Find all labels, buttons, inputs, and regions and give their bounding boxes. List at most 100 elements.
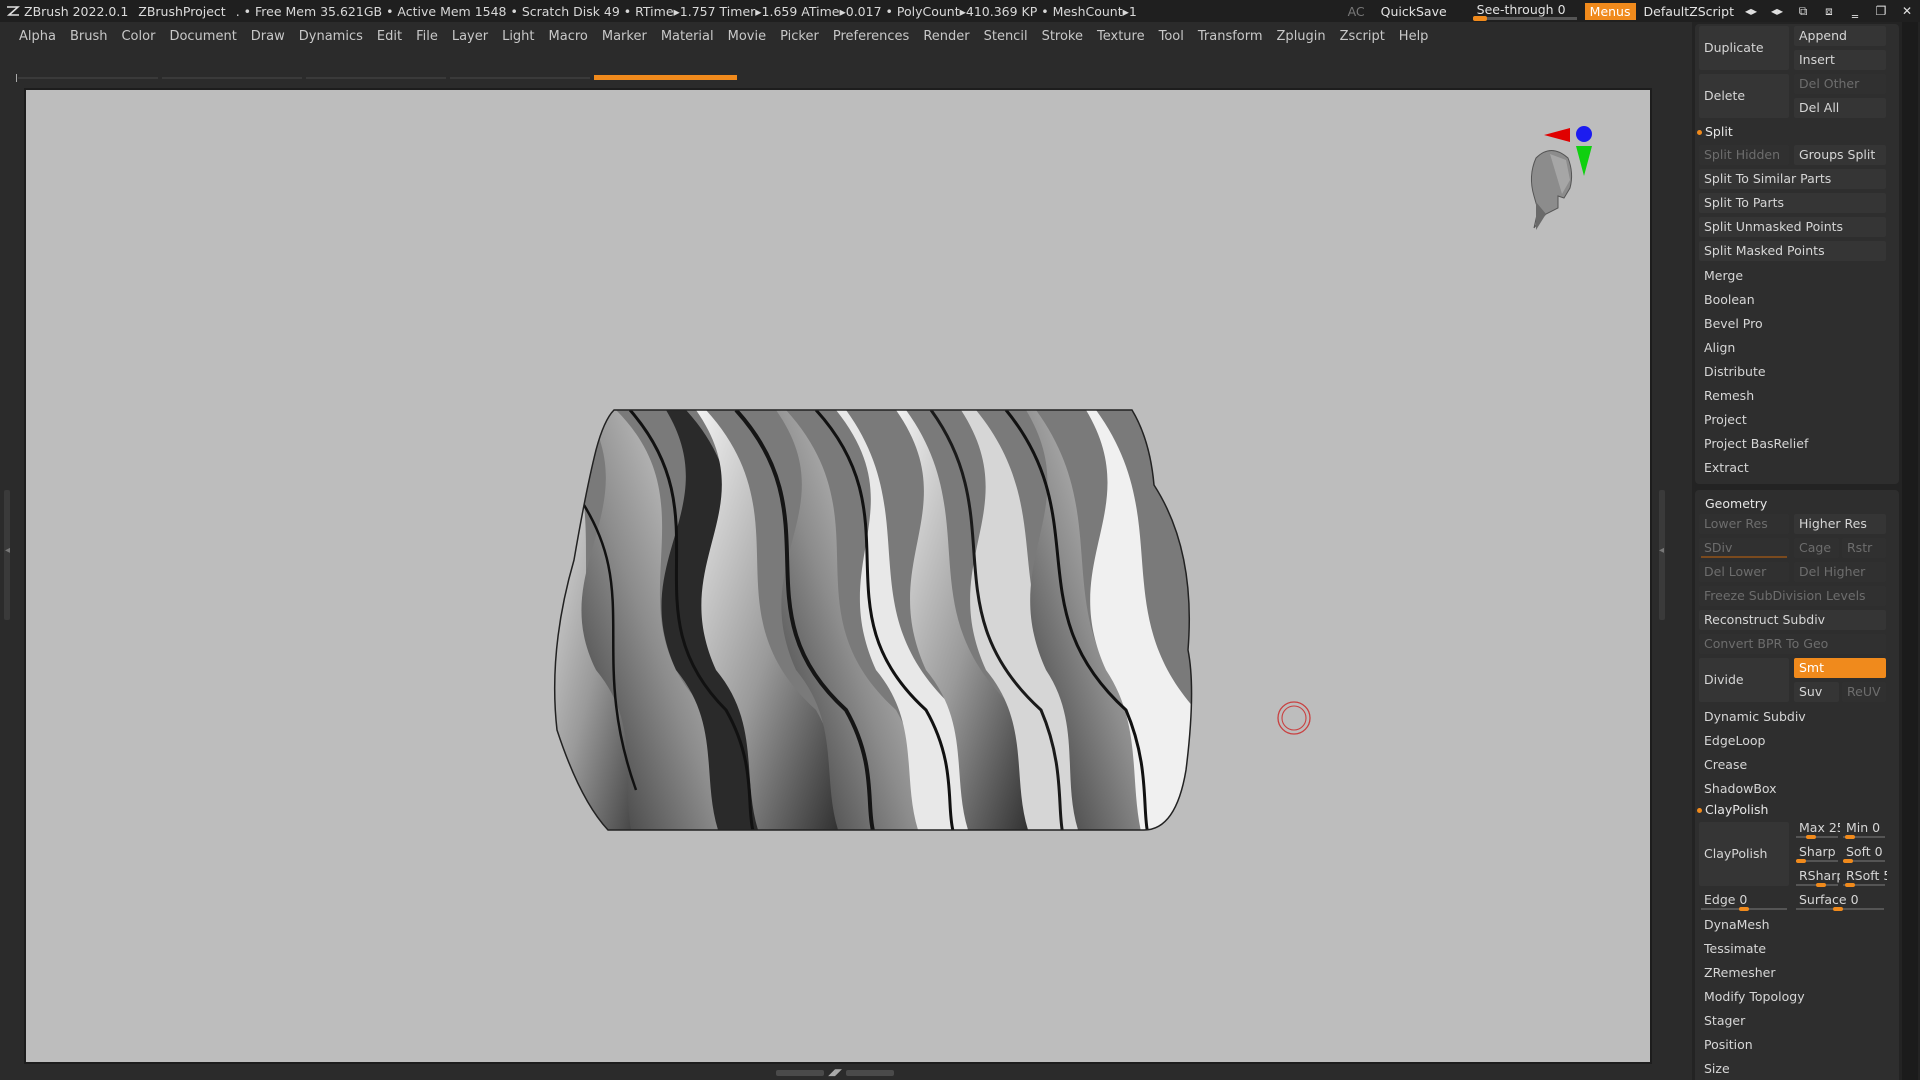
tray-toggle-arrow-icon[interactable]: ◢◤ xyxy=(828,1068,842,1078)
tessimate-subpalette[interactable]: Tessimate xyxy=(1699,938,1886,960)
max-slider[interactable]: Max 25 xyxy=(1794,818,1840,838)
edgeloop-subpalette[interactable]: EdgeLoop xyxy=(1699,730,1886,752)
doc-tab-active[interactable] xyxy=(594,75,737,80)
position-subpalette[interactable]: Position xyxy=(1699,1034,1886,1056)
menu-zplugin[interactable]: Zplugin xyxy=(1270,29,1333,44)
viewport-canvas[interactable] xyxy=(26,90,1650,1062)
rstr-button[interactable]: Rstr xyxy=(1842,538,1886,558)
x-axis-arrow-icon[interactable] xyxy=(1544,128,1570,142)
menu-help[interactable]: Help xyxy=(1392,29,1436,44)
split-unmasked-button[interactable]: Split Unmasked Points xyxy=(1699,217,1886,237)
menu-brush[interactable]: Brush xyxy=(63,29,115,44)
layout-switch-icon[interactable]: ⧈ xyxy=(1816,0,1842,22)
claypolish-button[interactable]: ClayPolish xyxy=(1699,822,1789,886)
menu-alpha[interactable]: Alpha xyxy=(12,29,63,44)
del-higher-button[interactable]: Del Higher xyxy=(1794,562,1886,582)
navigation-head-icon[interactable] xyxy=(1506,118,1596,248)
freeze-subdivision-button[interactable]: Freeze SubDivision Levels xyxy=(1699,586,1886,606)
z-axis-circle-icon[interactable] xyxy=(1576,126,1592,142)
align-subpalette[interactable]: Align xyxy=(1699,337,1886,359)
groups-split-button[interactable]: Groups Split xyxy=(1794,145,1886,165)
doc-tab-1[interactable] xyxy=(18,77,158,79)
lower-res-button[interactable]: Lower Res xyxy=(1699,514,1789,534)
distribute-subpalette[interactable]: Distribute xyxy=(1699,361,1886,383)
split-header[interactable]: Split xyxy=(1705,124,1733,139)
claypolish-header[interactable]: ClayPolish xyxy=(1705,802,1768,817)
menu-tool[interactable]: Tool xyxy=(1152,29,1191,44)
doc-tab-4[interactable] xyxy=(450,77,590,79)
modify-topology-subpalette[interactable]: Modify Topology xyxy=(1699,986,1886,1008)
see-through-knob[interactable] xyxy=(1472,16,1487,21)
menu-macro[interactable]: Macro xyxy=(542,29,595,44)
menu-dynamics[interactable]: Dynamics xyxy=(292,29,370,44)
see-through-slider[interactable]: See-through 0 xyxy=(1469,0,1581,22)
convert-bpr-button[interactable]: Convert BPR To Geo xyxy=(1699,634,1886,654)
menu-material[interactable]: Material xyxy=(654,29,721,44)
stager-subpalette[interactable]: Stager xyxy=(1699,1010,1886,1032)
menu-zscript[interactable]: Zscript xyxy=(1333,29,1392,44)
menus-toggle[interactable]: Menus xyxy=(1584,2,1636,20)
left-tray-arrow-icon[interactable]: ◂ xyxy=(5,545,10,556)
menu-file[interactable]: File xyxy=(409,29,445,44)
soft-knob[interactable] xyxy=(1843,859,1853,863)
doc-tab-2[interactable] xyxy=(162,77,302,79)
suv-toggle[interactable]: Suv xyxy=(1794,682,1839,702)
restore-icon[interactable]: ❐ xyxy=(1868,0,1894,22)
delete-button[interactable]: Delete xyxy=(1699,74,1789,118)
dynamic-subdiv-subpalette[interactable]: Dynamic Subdiv xyxy=(1699,706,1886,728)
del-all-button[interactable]: Del All xyxy=(1794,98,1886,118)
menu-marker[interactable]: Marker xyxy=(595,29,654,44)
surface-knob[interactable] xyxy=(1833,907,1843,911)
menu-layer[interactable]: Layer xyxy=(445,29,495,44)
del-lower-button[interactable]: Del Lower xyxy=(1699,562,1789,582)
menu-transform[interactable]: Transform xyxy=(1191,29,1270,44)
split-hidden-button[interactable]: Split Hidden xyxy=(1699,145,1789,165)
rsharp-knob[interactable] xyxy=(1816,883,1826,887)
quicksave-button[interactable]: QuickSave xyxy=(1373,4,1455,19)
menu-edit[interactable]: Edit xyxy=(370,29,409,44)
project-subpalette[interactable]: Project xyxy=(1699,409,1886,431)
sharp-knob[interactable] xyxy=(1796,859,1806,863)
split-to-parts-button[interactable]: Split To Parts xyxy=(1699,193,1886,213)
menu-color[interactable]: Color xyxy=(114,29,162,44)
menu-document[interactable]: Document xyxy=(162,29,243,44)
layout-swap-icon[interactable]: ⧉ xyxy=(1790,0,1816,22)
rsoft-knob[interactable] xyxy=(1845,883,1855,887)
right-tray-arrow-icon[interactable]: ◂ xyxy=(1659,545,1664,556)
shadowbox-subpalette[interactable]: ShadowBox xyxy=(1699,778,1886,800)
edge-knob[interactable] xyxy=(1739,907,1749,911)
boolean-subpalette[interactable]: Boolean xyxy=(1699,289,1886,311)
cage-button[interactable]: Cage xyxy=(1794,538,1839,558)
layout-arrows-icon[interactable]: ◂▸ xyxy=(1738,0,1764,22)
bevel-pro-subpalette[interactable]: Bevel Pro xyxy=(1699,313,1886,335)
menu-preferences[interactable]: Preferences xyxy=(826,29,916,44)
layout-arrows-icon-2[interactable]: ◂▸ xyxy=(1764,0,1790,22)
split-masked-button[interactable]: Split Masked Points xyxy=(1699,241,1886,261)
sculpted-vase-model[interactable] xyxy=(26,90,1650,1062)
palette-scrollbar[interactable] xyxy=(1902,22,1918,1080)
merge-subpalette[interactable]: Merge xyxy=(1699,265,1886,287)
default-zscript-button[interactable]: DefaultZScript xyxy=(1640,4,1739,19)
menu-movie[interactable]: Movie xyxy=(721,29,773,44)
menu-texture[interactable]: Texture xyxy=(1090,29,1152,44)
append-button[interactable]: Append xyxy=(1794,26,1886,46)
crease-subpalette[interactable]: Crease xyxy=(1699,754,1886,776)
y-axis-arrow-icon[interactable] xyxy=(1576,146,1592,176)
reuv-toggle[interactable]: ReUV xyxy=(1842,682,1886,702)
reconstruct-subdiv-button[interactable]: Reconstruct Subdiv xyxy=(1699,610,1886,630)
min-knob[interactable] xyxy=(1845,835,1855,839)
del-other-button[interactable]: Del Other xyxy=(1794,74,1886,94)
menu-stroke[interactable]: Stroke xyxy=(1035,29,1090,44)
dynamesh-subpalette[interactable]: DynaMesh xyxy=(1699,914,1886,936)
size-subpalette[interactable]: Size xyxy=(1699,1058,1886,1080)
doc-tab-3[interactable] xyxy=(306,77,446,79)
menu-stencil[interactable]: Stencil xyxy=(977,29,1035,44)
minimize-icon[interactable]: ‗ xyxy=(1842,0,1868,22)
extract-subpalette[interactable]: Extract xyxy=(1699,457,1886,479)
split-similar-parts-button[interactable]: Split To Similar Parts xyxy=(1699,169,1886,189)
menu-render[interactable]: Render xyxy=(916,29,976,44)
menu-picker[interactable]: Picker xyxy=(773,29,826,44)
duplicate-button[interactable]: Duplicate xyxy=(1699,26,1789,70)
ac-toggle[interactable]: AC xyxy=(1340,4,1373,19)
smt-toggle[interactable]: Smt xyxy=(1794,658,1886,678)
